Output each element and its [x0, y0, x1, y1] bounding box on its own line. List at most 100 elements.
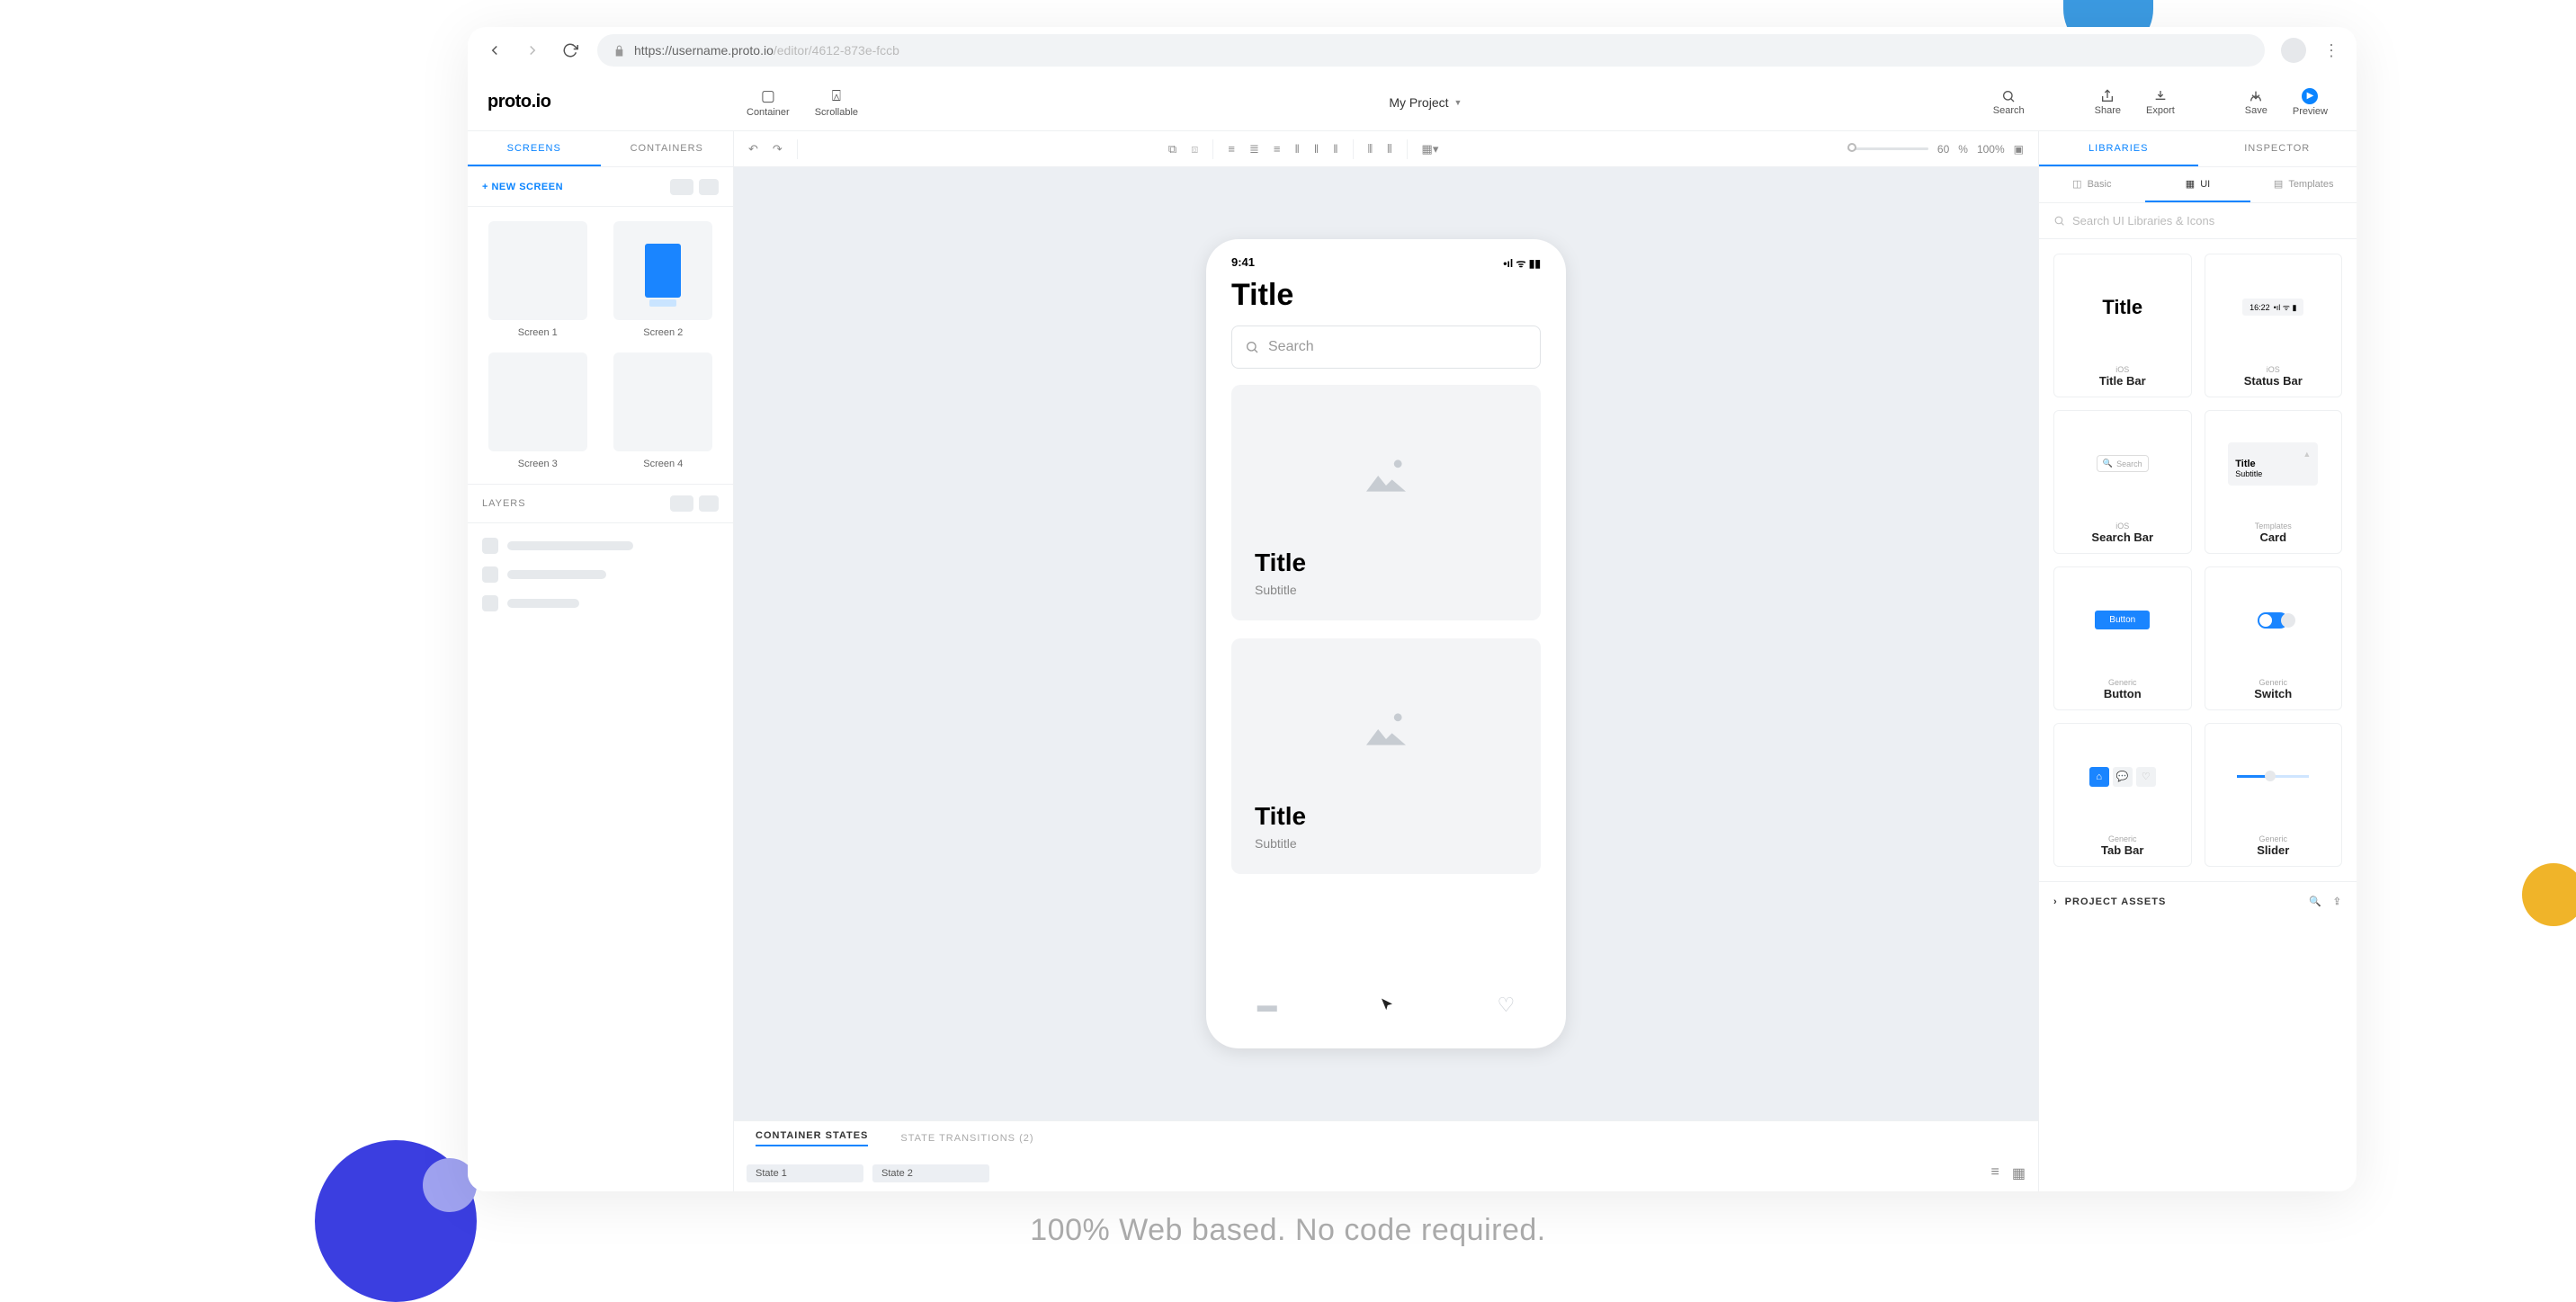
lib-item-button[interactable]: Button GenericButton	[2053, 566, 2192, 710]
libtab-templates[interactable]: ▤Templates	[2250, 167, 2357, 202]
lib-item-search-bar[interactable]: 🔍 Search iOSSearch Bar	[2053, 410, 2192, 554]
project-title-dropdown[interactable]: My Project ▼	[871, 95, 1981, 110]
phone-tabbar[interactable]: ▬ ♡	[1206, 978, 1566, 1032]
align-top-icon[interactable]: ‖	[1294, 142, 1299, 156]
grid-view-icon[interactable]: ▦	[2012, 1164, 2026, 1182]
tab-state-transitions[interactable]: STATE TRANSITIONS (2)	[900, 1133, 1033, 1144]
container-tool[interactable]: ▢ Container	[734, 87, 802, 118]
screen-thumb-4[interactable]: Screen 4	[608, 352, 720, 469]
top-toolbar: proto.io ▢ Container ⍓ Scrollable My Pro…	[468, 74, 2357, 131]
browser-menu-icon[interactable]: ⋮	[2322, 41, 2340, 60]
undo-button[interactable]: ↶	[748, 142, 758, 156]
profile-avatar[interactable]	[2281, 38, 2306, 63]
screen-title[interactable]: Title	[1206, 271, 1566, 326]
chevron-down-icon: ▼	[1454, 98, 1462, 107]
layers-header: LAYERS	[482, 498, 526, 509]
libtab-ui[interactable]: ▦UI	[2145, 167, 2251, 202]
ungroup-icon[interactable]: ⧈	[1191, 142, 1198, 156]
layers-view-1[interactable]	[670, 495, 693, 512]
bottom-strip: CONTAINER STATES STATE TRANSITIONS (2) S…	[734, 1120, 2038, 1191]
zoom-100-button[interactable]: 100%	[1977, 143, 2005, 156]
screen-thumb-3[interactable]: Screen 3	[482, 352, 594, 469]
tab-screens[interactable]: SCREENS	[468, 131, 601, 166]
scrollable-icon: ⍓	[832, 87, 841, 105]
heart-icon[interactable]: ♡	[1498, 994, 1516, 1017]
search-button[interactable]: Search	[1981, 89, 2037, 116]
back-button[interactable]	[484, 40, 505, 61]
lib-item-title-bar[interactable]: Title iOSTitle Bar	[2053, 254, 2192, 397]
view-large-icon[interactable]	[670, 179, 693, 195]
library-search-input[interactable]: Search UI Libraries & Icons	[2039, 203, 2357, 239]
libtab-basic[interactable]: ◫Basic	[2039, 167, 2145, 202]
address-bar[interactable]: https://username.proto.io/editor/4612-87…	[597, 34, 2265, 67]
reload-button[interactable]	[559, 40, 581, 61]
forward-button[interactable]	[522, 40, 543, 61]
container-icon: ▢	[761, 87, 775, 105]
layers-view-2[interactable]	[699, 495, 719, 512]
export-icon	[2153, 89, 2168, 103]
align-center-icon[interactable]: ≣	[1249, 142, 1259, 156]
search-assets-icon[interactable]: 🔍	[2309, 896, 2322, 907]
lib-item-status-bar[interactable]: 16:22•ıl ᯤ ▮ iOSStatus Bar	[2205, 254, 2343, 397]
new-screen-button[interactable]: + NEW SCREEN	[482, 182, 563, 192]
project-assets-button[interactable]: PROJECT ASSETS	[2065, 896, 2167, 907]
align-vcenter-icon[interactable]: ‖	[1314, 142, 1319, 156]
status-bar: 9:41 •ıl ᯤ ▮▮	[1206, 255, 1566, 271]
search-icon	[2001, 89, 2016, 103]
preview-button[interactable]: ▶ Preview	[2280, 88, 2340, 117]
url-text: https://username.proto.io/editor/4612-87…	[634, 43, 899, 58]
status-icons: •ıl ᯤ ▮▮	[1503, 255, 1541, 271]
redo-button[interactable]: ↷	[773, 142, 783, 156]
list-view-icon[interactable]: ≡	[1991, 1164, 1999, 1182]
folder-icon[interactable]: ▬	[1257, 994, 1277, 1017]
screens-panel: + NEW SCREEN Screen 1 Screen 2 Screen	[468, 167, 734, 1191]
group-icon[interactable]: ⧉	[1168, 142, 1176, 156]
state-chip-1[interactable]: State 1	[747, 1164, 863, 1182]
image-placeholder-icon	[1255, 408, 1517, 543]
state-chip-2[interactable]: State 2	[872, 1164, 989, 1182]
screen-thumb-2[interactable]: Screen 2	[608, 221, 720, 338]
chevron-right-icon[interactable]: ›	[2053, 896, 2058, 907]
card-1[interactable]: Title Subtitle	[1231, 385, 1541, 620]
tab-libraries[interactable]: LIBRARIES	[2039, 131, 2198, 166]
distribute-h-icon[interactable]: ⫴	[1368, 142, 1373, 156]
libraries-panel: ◫Basic ▦UI ▤Templates Search UI Librarie…	[2038, 167, 2357, 1191]
share-button[interactable]: Share	[2082, 89, 2133, 116]
share-icon	[2100, 89, 2115, 103]
scrollable-tool[interactable]: ⍓ Scrollable	[802, 87, 871, 118]
zoom-value: 60	[1937, 143, 1949, 156]
brand-logo: proto.io	[468, 92, 734, 112]
view-small-icon[interactable]	[699, 179, 719, 195]
card-2[interactable]: Title Subtitle	[1231, 638, 1541, 874]
layer-row[interactable]	[482, 538, 719, 554]
align-bottom-icon[interactable]: ‖	[1333, 142, 1337, 156]
layer-row[interactable]	[482, 595, 719, 611]
save-button[interactable]: Save	[2232, 89, 2280, 116]
lib-item-card[interactable]: ▲TitleSubtitle TemplatesCard	[2205, 410, 2343, 554]
distribute-v-icon[interactable]: ⫴	[1387, 142, 1391, 156]
tagline: 100% Web based. No code required.	[0, 1213, 2576, 1248]
canvas[interactable]: 9:41 •ıl ᯤ ▮▮ Title Search Title	[734, 167, 2038, 1191]
lib-item-slider[interactable]: GenericSlider	[2205, 723, 2343, 867]
align-left-icon[interactable]: ≡	[1228, 142, 1235, 156]
tab-containers[interactable]: CONTAINERS	[601, 131, 734, 166]
phone-mockup[interactable]: 9:41 •ıl ᯤ ▮▮ Title Search Title	[1206, 239, 1566, 1048]
save-icon	[2249, 89, 2263, 103]
app-window: https://username.proto.io/editor/4612-87…	[468, 27, 2357, 1191]
lib-item-tab-bar[interactable]: ⌂💬♡ GenericTab Bar	[2053, 723, 2192, 867]
layer-row[interactable]	[482, 566, 719, 583]
zoom-fit-icon[interactable]: ▣	[2014, 143, 2024, 156]
search-input[interactable]: Search	[1231, 326, 1541, 369]
tab-container-states[interactable]: CONTAINER STATES	[756, 1130, 868, 1146]
cursor-icon[interactable]	[1379, 997, 1395, 1013]
lib-item-switch[interactable]: GenericSwitch	[2205, 566, 2343, 710]
arrange-icon[interactable]: ▦▾	[1422, 142, 1439, 156]
image-placeholder-icon	[1255, 662, 1517, 797]
screen-thumb-1[interactable]: Screen 1	[482, 221, 594, 338]
align-right-icon[interactable]: ≡	[1274, 142, 1281, 156]
preview-icon: ▶	[2302, 88, 2318, 104]
upload-assets-icon[interactable]: ⇪	[2333, 896, 2342, 907]
tab-inspector[interactable]: INSPECTOR	[2198, 131, 2357, 166]
zoom-slider[interactable]	[1847, 147, 1928, 150]
export-button[interactable]: Export	[2133, 89, 2187, 116]
